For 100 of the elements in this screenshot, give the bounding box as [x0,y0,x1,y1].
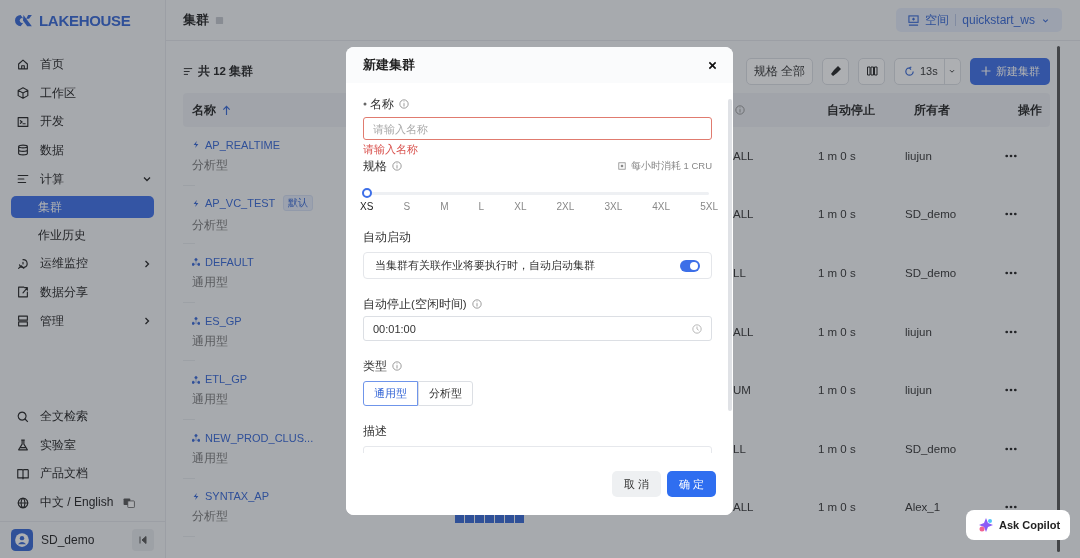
avatar-icon [11,529,33,551]
more-icon[interactable] [1005,388,1017,393]
auto-start-description: 当集群有关联作业将要执行时，自动启动集群 [375,258,595,273]
table-cell: LL [733,442,746,455]
nav-item[interactable]: 数据分享 [11,278,154,307]
cluster-icon [192,257,200,267]
cluster-type: 通用型 [192,450,228,466]
nav-icon [16,256,30,271]
filter-button[interactable] [822,57,849,85]
info-icon [735,105,745,115]
name-field[interactable]: 请输入名称 [363,117,712,140]
cluster-type: 通用型 [192,392,228,408]
nav-item[interactable]: 管理 [11,306,154,336]
close-icon[interactable] [708,60,717,70]
nav-item[interactable]: 中文 / English [11,488,154,517]
table-cell: liujun [905,325,932,338]
idle-time-field[interactable]: 00:01:00 [363,316,712,341]
nav-item[interactable]: 运维监控 [11,249,154,279]
table-cell: UM [733,384,751,397]
info-icon [399,99,409,109]
list-icon [183,66,193,76]
columns-icon [865,65,878,77]
nav-icon [16,143,30,158]
cluster-count: 共 12 集群 [198,63,254,79]
nav-item[interactable]: 全文检索 [11,402,154,431]
cluster-name-link[interactable]: ES_GP [205,314,242,327]
slider-thumb[interactable] [362,188,372,198]
table-cell: SD_demo [905,442,957,455]
cluster-icon [192,198,200,208]
cluster-type: 通用型 [192,275,228,290]
slider-mark: S [403,201,411,212]
more-icon[interactable] [1005,505,1017,510]
chevron-icon [142,258,152,269]
columns-button[interactable] [858,57,885,85]
nav-icon [16,438,30,453]
more-icon[interactable] [1005,212,1017,217]
cluster-name-link[interactable]: ETL_GP [205,373,248,386]
brand-name: LAKEHOUSE [39,11,131,29]
table-cell: 1 m 0 s [818,501,856,514]
logo-icon [12,12,33,28]
field-label: 规格 [363,158,387,174]
more-icon[interactable] [1005,329,1017,334]
cluster-name-link[interactable]: AP_VC_TEST [205,197,276,210]
cluster-type: 分析型 [192,218,228,234]
nav-item[interactable]: 计算 [11,164,154,194]
cluster-type: 通用型 [192,333,228,349]
info-icon [392,161,402,171]
nav-item[interactable]: 数据 [11,136,154,165]
slider-mark: L [478,201,485,212]
table-cell: ALL [733,149,754,162]
table-cell: 1 m 0 s [818,384,856,397]
cost-hint: 每小时消耗 1 CRU [630,159,712,173]
cluster-name-link[interactable]: NEW_PROD_CLUS... [205,431,314,444]
cluster-type: 分析型 [192,157,228,173]
type-option[interactable]: 通用型 [363,381,418,406]
info-icon [392,361,402,371]
refresh-icon [904,65,915,77]
nav-icon [16,409,30,424]
slider-mark: 5XL [700,201,718,212]
sort-icon[interactable] [222,104,231,116]
cluster-name-link[interactable]: SYNTAX_AP [205,490,269,503]
nav-item[interactable]: 工作区 [11,78,154,108]
auto-start-toggle[interactable] [680,259,700,272]
table-cell: SD_demo [905,267,957,279]
chip-icon [617,162,626,170]
nav-subitem[interactable]: 作业历史 [11,224,154,247]
clock-icon [692,323,702,334]
create-cluster-button[interactable]: 新建集群 [970,57,1050,85]
nav-item[interactable]: 实验室 [11,430,154,460]
column-header: 名称 [192,102,216,118]
nav-icon [16,114,30,129]
collapse-icon [138,535,148,545]
nav-icon [16,466,30,481]
confirm-button[interactable]: 确 定 [666,471,716,497]
caret-icon [948,67,957,75]
default-tag: 默认 [283,195,314,212]
more-icon[interactable] [1005,153,1017,158]
nav-subitem[interactable]: 集群 [11,196,154,219]
cluster-name-link[interactable]: DEFAULT [205,256,254,268]
nav-item[interactable]: 开发 [11,107,154,137]
cancel-button[interactable]: 取 消 [611,471,661,497]
field-label: 类型 [363,358,387,374]
more-icon[interactable] [1005,271,1017,275]
collapse-button[interactable] [132,529,154,551]
nav-icon [16,314,30,329]
nav-icon [16,495,30,510]
field-label: 名称 [370,96,394,112]
field-label: 自动停止(空闲时间) [363,296,467,312]
cluster-icon [192,374,200,384]
type-option[interactable]: 分析型 [418,381,473,406]
more-icon[interactable] [1005,446,1017,451]
nav-item[interactable]: 产品文档 [11,459,154,489]
slider-mark: XL [514,201,527,212]
ask-copilot-button[interactable]: Ask Copilot [966,510,1070,540]
nav-icon [16,86,30,101]
table-cell: 1 m 0 s [818,442,856,455]
spec-filter-button[interactable]: 规格 全部 [746,57,813,85]
cluster-name-link[interactable]: AP_REALTIME [205,138,280,151]
column-header: 自动停止 [827,102,875,118]
nav-item[interactable]: 首页 [11,50,154,79]
